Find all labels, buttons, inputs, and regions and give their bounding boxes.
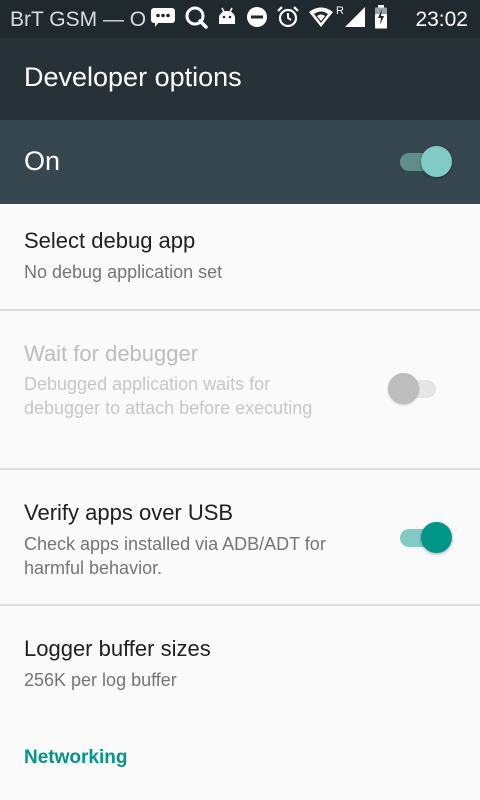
master-switch-bar[interactable]: On xyxy=(0,120,480,204)
setting-title: Verify apps over USB xyxy=(24,500,234,525)
setting-summary: No debug application set xyxy=(24,262,223,282)
alarm-icon xyxy=(276,5,300,34)
search-icon xyxy=(184,5,208,34)
page-title: Developer options xyxy=(24,62,242,92)
setting-title: Wait for debugger xyxy=(24,341,199,366)
setting-summary: Check apps installed via ADB/ADT for har… xyxy=(24,534,326,578)
do-not-disturb-icon xyxy=(246,6,268,33)
switch-thumb xyxy=(388,373,419,404)
category-networking: Networking xyxy=(24,747,128,768)
master-switch[interactable] xyxy=(400,146,452,177)
status-clock: 23:02 xyxy=(415,8,468,31)
setting-select-debug-app[interactable]: Select debug app No debug application se… xyxy=(0,204,480,310)
status-bar: BrT GSM — O R 23:02 xyxy=(0,0,480,38)
message-icon xyxy=(150,6,176,33)
setting-title: Logger buffer sizes xyxy=(24,636,211,661)
android-icon xyxy=(216,6,238,33)
battery-icon xyxy=(374,4,388,34)
setting-wait-for-debugger: Wait for debugger Debugged application w… xyxy=(0,311,480,469)
verify-apps-switch[interactable] xyxy=(400,522,452,553)
setting-verify-apps-over-usb[interactable]: Verify apps over USB Check apps installe… xyxy=(0,470,480,604)
carrier-label: BrT GSM — O xyxy=(10,8,147,31)
setting-summary: 256K per log buffer xyxy=(24,670,177,690)
setting-logger-buffer-sizes[interactable]: Logger buffer sizes 256K per log buffer xyxy=(0,606,480,716)
setting-title: Select debug app xyxy=(24,228,196,253)
switch-thumb xyxy=(421,522,452,553)
master-switch-thumb xyxy=(421,146,452,177)
roaming-indicator: R xyxy=(336,5,344,17)
wait-for-debugger-switch xyxy=(388,373,440,404)
status-icons: R xyxy=(150,4,396,34)
master-switch-label: On xyxy=(24,146,61,176)
setting-summary: Debugged application waits for debugger … xyxy=(24,374,313,418)
wifi-icon xyxy=(308,6,334,33)
signal-icon xyxy=(344,6,366,33)
app-toolbar: Developer options xyxy=(0,38,480,120)
